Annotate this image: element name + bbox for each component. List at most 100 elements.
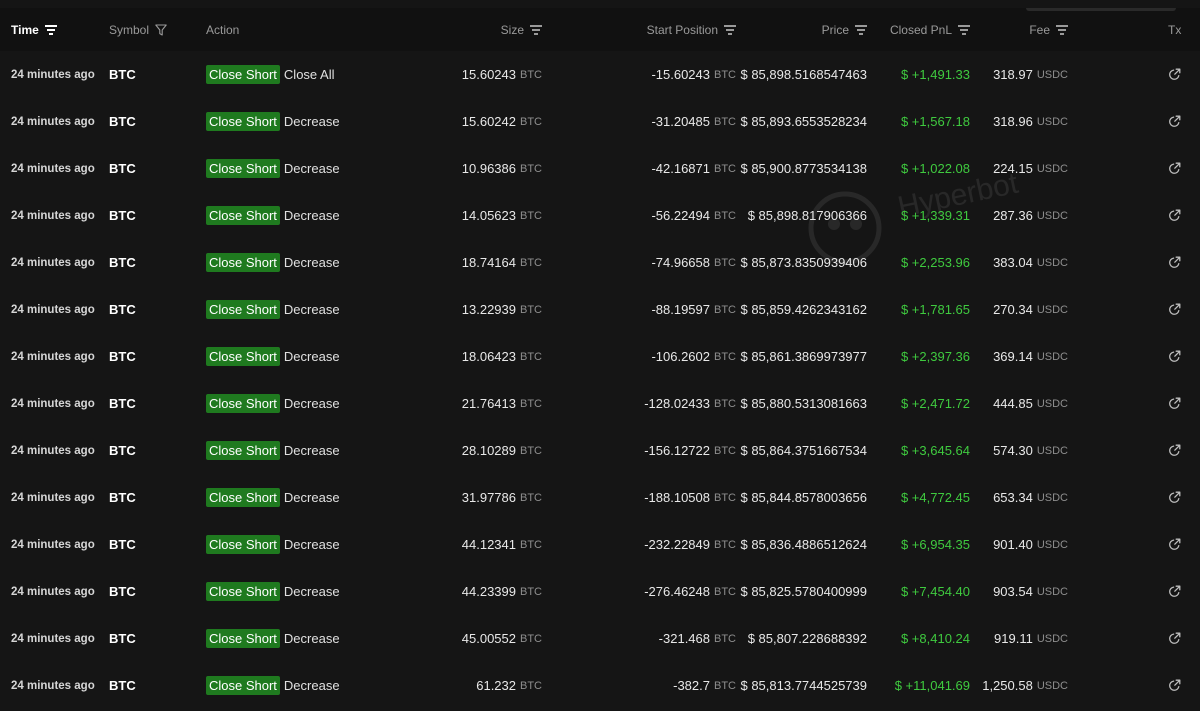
external-link-icon[interactable] <box>1168 585 1181 598</box>
start-position-value: -106.2602 <box>651 349 710 364</box>
price-cell: $ 85,813.7744525739 <box>740 662 867 709</box>
tx-cell[interactable] <box>1167 333 1181 380</box>
table-row[interactable]: 24 minutes ago BTC Close Short Decrease … <box>0 333 1200 380</box>
close-short-badge: Close Short <box>206 253 280 272</box>
size-cell: 44.12341 BTC <box>462 521 542 568</box>
external-link-icon[interactable] <box>1168 209 1181 222</box>
time-cell: 24 minutes ago <box>11 679 95 692</box>
symbol-cell[interactable]: BTC <box>109 427 136 474</box>
external-link-icon[interactable] <box>1168 115 1181 128</box>
start-position-cell: -188.10508 BTC <box>644 474 736 521</box>
closed-pnl-cell: $ +2,397.36 <box>900 349 970 364</box>
symbol-cell[interactable]: BTC <box>109 98 136 145</box>
symbol-cell[interactable]: BTC <box>109 145 136 192</box>
symbol-cell[interactable]: BTC <box>109 51 136 98</box>
start-position-value: -156.12722 <box>644 443 710 458</box>
table-row[interactable]: 24 minutes ago BTC Close Short Decrease … <box>0 380 1200 427</box>
table-row[interactable]: 24 minutes ago BTC Close Short Decrease … <box>0 427 1200 474</box>
tx-cell[interactable] <box>1167 192 1181 239</box>
table-row[interactable]: 24 minutes ago BTC Close Short Decrease … <box>0 145 1200 192</box>
external-link-icon[interactable] <box>1168 444 1181 457</box>
table-row[interactable]: 24 minutes ago BTC Close Short Decrease … <box>0 615 1200 662</box>
table-row[interactable]: 24 minutes ago BTC Close Short Decrease … <box>0 192 1200 239</box>
column-header-price[interactable]: Price <box>822 8 867 51</box>
table-row[interactable]: 24 minutes ago BTC Close Short Close All… <box>0 51 1200 98</box>
symbol-cell[interactable]: BTC <box>109 474 136 521</box>
action-label: Decrease <box>283 396 340 411</box>
size-value: 44.23399 <box>461 584 516 599</box>
tx-cell[interactable] <box>1167 51 1181 98</box>
close-short-badge: Close Short <box>206 629 280 648</box>
table-row[interactable]: 24 minutes ago BTC Close Short Decrease … <box>0 568 1200 615</box>
tx-cell[interactable] <box>1167 239 1181 286</box>
external-link-icon[interactable] <box>1168 162 1181 175</box>
column-header-time[interactable]: Time <box>11 8 57 51</box>
symbol-cell[interactable]: BTC <box>109 662 136 709</box>
start-position-unit: BTC <box>714 632 736 645</box>
tx-cell[interactable] <box>1167 145 1181 192</box>
close-short-badge: Close Short <box>206 441 280 460</box>
start-position-cell: -88.19597 BTC <box>651 286 736 333</box>
external-link-icon[interactable] <box>1168 679 1181 692</box>
fee-value: 318.97 <box>993 67 1033 82</box>
column-header-size[interactable]: Size <box>501 8 542 51</box>
tx-cell[interactable] <box>1167 662 1181 709</box>
external-link-icon[interactable] <box>1168 397 1181 410</box>
symbol-cell[interactable]: BTC <box>109 615 136 662</box>
column-header-symbol[interactable]: Symbol <box>109 8 167 51</box>
size-cell: 10.96386 BTC <box>462 145 542 192</box>
size-cell: 18.06423 BTC <box>462 333 542 380</box>
symbol-cell[interactable]: BTC <box>109 192 136 239</box>
column-header-start-position[interactable]: Start Position <box>647 8 736 51</box>
price-value: $ 85,807.228688392 <box>747 631 867 646</box>
action-label: Decrease <box>283 208 340 223</box>
table-row[interactable]: 24 minutes ago BTC Close Short Decrease … <box>0 662 1200 709</box>
column-header-closed-pnl[interactable]: Closed PnL <box>890 8 970 51</box>
external-link-icon[interactable] <box>1168 256 1181 269</box>
symbol-cell[interactable]: BTC <box>109 286 136 333</box>
start-position-unit: BTC <box>714 679 736 692</box>
table-row[interactable]: 24 minutes ago BTC Close Short Decrease … <box>0 98 1200 145</box>
tx-cell[interactable] <box>1167 98 1181 145</box>
table-row[interactable]: 24 minutes ago BTC Close Short Decrease … <box>0 239 1200 286</box>
external-link-icon[interactable] <box>1168 491 1181 504</box>
symbol-cell[interactable]: BTC <box>109 380 136 427</box>
symbol-cell[interactable]: BTC <box>109 239 136 286</box>
external-link-icon[interactable] <box>1168 303 1181 316</box>
external-link-icon[interactable] <box>1168 350 1181 363</box>
sort-icon[interactable] <box>530 25 542 35</box>
sort-icon[interactable] <box>44 25 57 35</box>
size-value: 31.97786 <box>461 490 516 505</box>
size-unit: BTC <box>520 585 542 598</box>
filter-icon[interactable] <box>155 23 167 36</box>
column-header-fee[interactable]: Fee <box>1029 8 1068 51</box>
table-row[interactable]: 24 minutes ago BTC Close Short Decrease … <box>0 286 1200 333</box>
action-cell: Close Short Decrease <box>206 333 340 380</box>
tx-cell[interactable] <box>1167 380 1181 427</box>
sort-icon[interactable] <box>724 25 736 35</box>
tx-cell[interactable] <box>1167 521 1181 568</box>
external-link-icon[interactable] <box>1168 538 1181 551</box>
size-unit: BTC <box>520 538 542 551</box>
tx-cell[interactable] <box>1167 286 1181 333</box>
symbol-cell[interactable]: BTC <box>109 521 136 568</box>
external-link-icon[interactable] <box>1168 68 1181 81</box>
table-row[interactable]: 24 minutes ago BTC Close Short Decrease … <box>0 521 1200 568</box>
sort-icon[interactable] <box>958 25 970 35</box>
start-position-cell: -56.22494 BTC <box>651 192 736 239</box>
sort-icon[interactable] <box>855 25 867 35</box>
external-link-icon[interactable] <box>1168 632 1181 645</box>
symbol-cell[interactable]: BTC <box>109 568 136 615</box>
table-row[interactable]: 24 minutes ago BTC Close Short Decrease … <box>0 474 1200 521</box>
tx-cell[interactable] <box>1167 427 1181 474</box>
size-unit: BTC <box>520 397 542 410</box>
tx-cell[interactable] <box>1167 568 1181 615</box>
tx-cell[interactable] <box>1167 615 1181 662</box>
size-cell: 45.00552 BTC <box>462 615 542 662</box>
start-position-value: -188.10508 <box>644 490 710 505</box>
symbol-cell[interactable]: BTC <box>109 333 136 380</box>
start-position-cell: -42.16871 BTC <box>651 145 736 192</box>
tx-cell[interactable] <box>1167 474 1181 521</box>
fee-cell: 369.14 USDC <box>993 333 1068 380</box>
sort-icon[interactable] <box>1056 25 1068 35</box>
